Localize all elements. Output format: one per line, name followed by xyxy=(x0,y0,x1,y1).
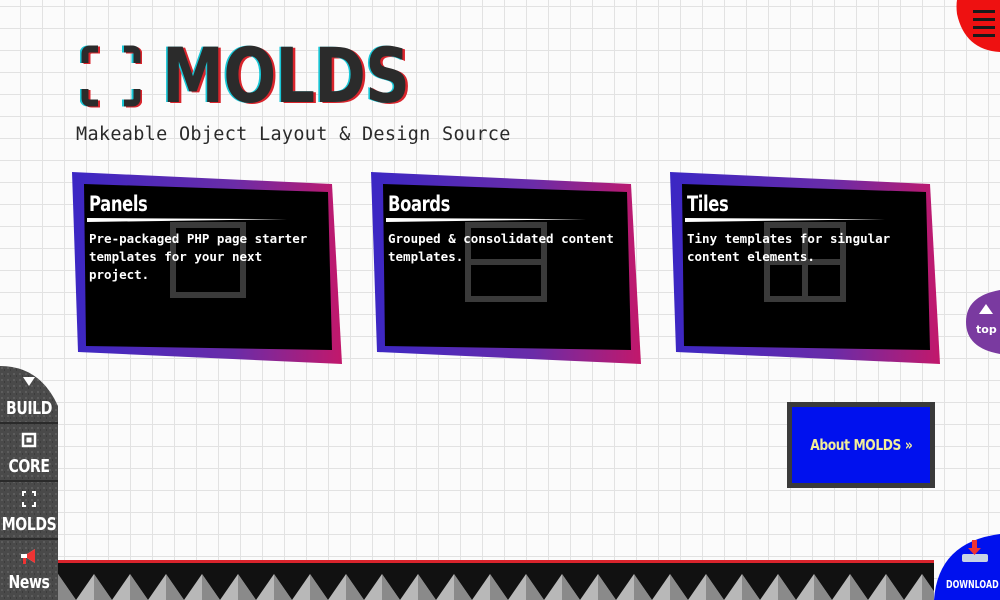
brand-logo[interactable]: MOLDS xyxy=(80,31,464,120)
megaphone-icon xyxy=(0,548,58,568)
square-icon xyxy=(0,432,58,452)
scroll-top-button[interactable]: top xyxy=(966,290,1000,354)
nav-item-build[interactable]: BUILD xyxy=(0,368,58,424)
card-boards[interactable]: Boards Grouped & consolidated content te… xyxy=(369,170,641,364)
card-description: Tiny templates for singular content elem… xyxy=(687,231,891,264)
nav-label: CORE xyxy=(8,456,50,477)
nav-label: News xyxy=(8,572,50,593)
menu-button[interactable] xyxy=(955,0,1000,52)
side-nav: BUILD CORE MOLDS News xyxy=(0,366,58,600)
nav-item-news[interactable]: News xyxy=(0,542,58,598)
triangle-down-icon xyxy=(0,374,58,394)
download-label: DOWNLOAD xyxy=(946,578,999,591)
footer-pattern xyxy=(58,560,934,600)
card-rule xyxy=(685,218,885,222)
card-title: Panels xyxy=(89,192,148,216)
top-label: top xyxy=(976,323,997,336)
card-title: Tiles xyxy=(687,192,729,216)
card-title: Boards xyxy=(388,192,451,216)
card-description: Pre-packaged PHP page starter templates … xyxy=(89,231,308,282)
nav-item-core[interactable]: CORE xyxy=(0,426,58,482)
about-molds-label: About MOLDS » xyxy=(809,436,913,454)
card-rule xyxy=(87,218,287,222)
card-tiles[interactable]: Tiles Tiny templates for singular conten… xyxy=(668,170,940,364)
about-molds-button[interactable]: About MOLDS » xyxy=(787,402,935,488)
nav-label: BUILD xyxy=(6,398,52,419)
card-rule xyxy=(386,218,586,222)
bracket-icon xyxy=(0,490,58,510)
nav-label: MOLDS xyxy=(1,514,57,535)
brand-tagline: Makeable Object Layout & Design Source xyxy=(76,124,511,145)
card-description: Grouped & consolidated content templates… xyxy=(388,231,614,264)
brand-name: MOLDS xyxy=(162,31,410,120)
card-panels[interactable]: Panels Pre-packaged PHP page starter tem… xyxy=(70,170,342,364)
bracket-logo-icon xyxy=(80,45,142,108)
top-button-bg xyxy=(966,290,1000,354)
nav-item-molds[interactable]: MOLDS xyxy=(0,484,58,540)
